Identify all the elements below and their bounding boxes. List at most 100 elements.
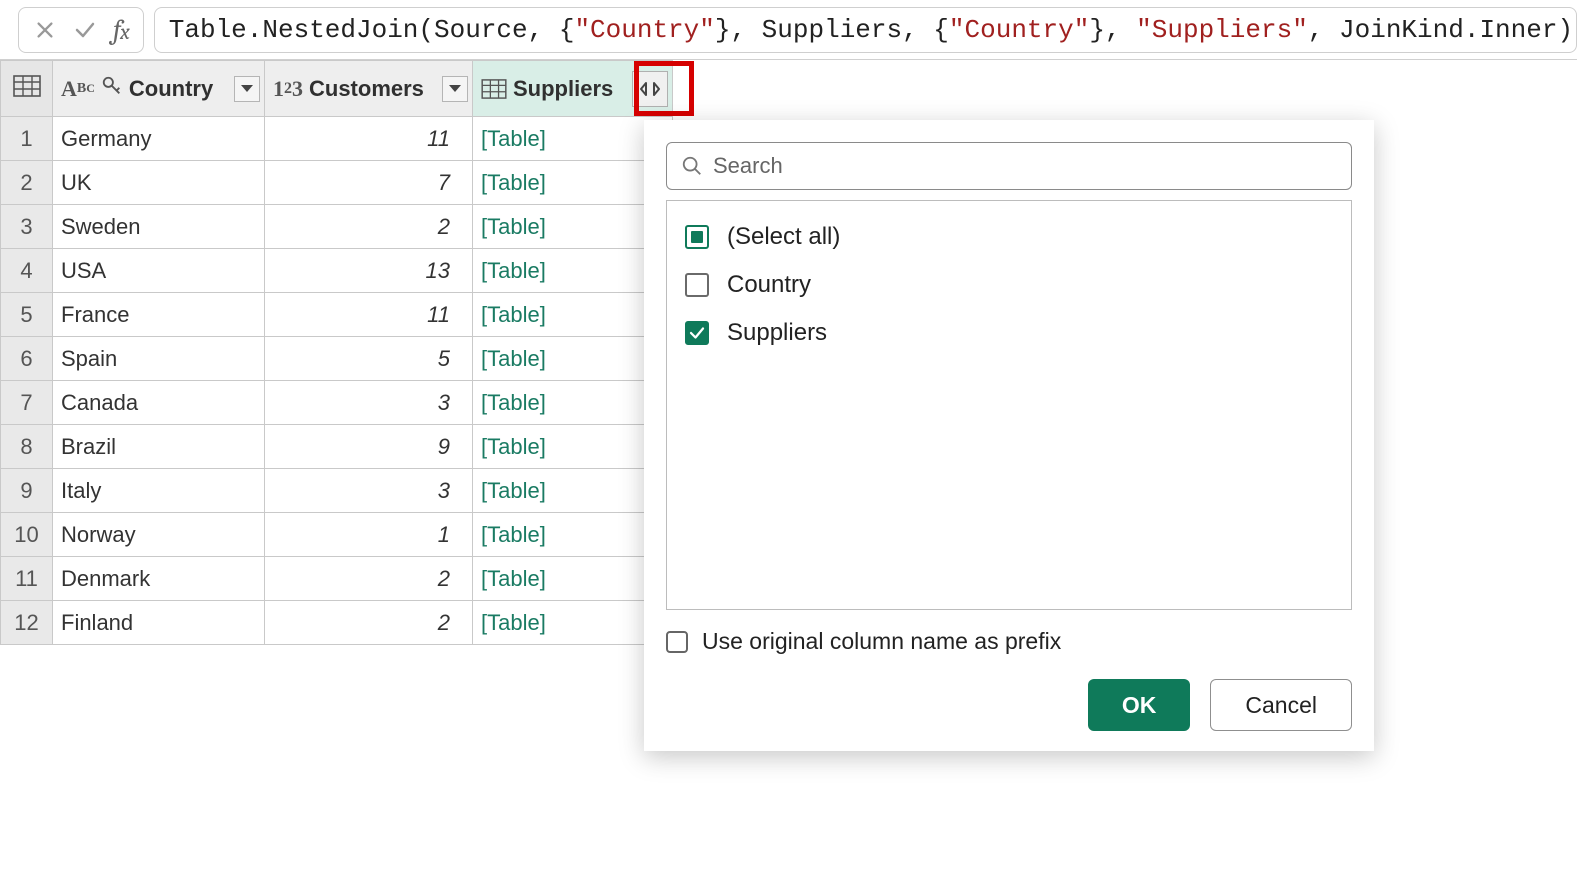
row-number[interactable]: 8	[1, 425, 53, 469]
cell-customers[interactable]: 2	[265, 205, 473, 249]
option-label: Country	[727, 271, 811, 299]
formula-input[interactable]: Table.NestedJoin(Source, {"Country"}, Su…	[154, 7, 1577, 53]
cell-customers[interactable]: 13	[265, 249, 473, 293]
text-type-icon: ABC	[61, 76, 95, 102]
expand-column-button[interactable]	[632, 71, 668, 107]
cell-country[interactable]: Germany	[53, 117, 265, 161]
checkbox-checked-icon	[685, 321, 709, 345]
row-number[interactable]: 5	[1, 293, 53, 337]
filter-dropdown-button[interactable]	[442, 76, 468, 102]
fx-label: fx	[113, 14, 129, 46]
option-label: (Select all)	[727, 223, 840, 251]
row-number[interactable]: 2	[1, 161, 53, 205]
table-row: 3Sweden2[Table]	[1, 205, 673, 249]
chevron-down-icon	[240, 84, 254, 94]
cell-country[interactable]: Spain	[53, 337, 265, 381]
cell-customers[interactable]: 7	[265, 161, 473, 205]
cell-suppliers[interactable]: [Table]	[473, 337, 673, 381]
key-icon	[101, 75, 123, 103]
ok-button[interactable]: OK	[1088, 679, 1191, 731]
expand-column-popup: Search (Select all) Country Suppliers Us…	[644, 120, 1374, 751]
cell-suppliers[interactable]: [Table]	[473, 425, 673, 469]
cell-country[interactable]: Sweden	[53, 205, 265, 249]
column-header-country[interactable]: ABC Country	[53, 61, 265, 117]
search-input[interactable]: Search	[666, 142, 1352, 190]
row-number[interactable]: 9	[1, 469, 53, 513]
cell-suppliers[interactable]: [Table]	[473, 469, 673, 513]
table-row: 1Germany11[Table]	[1, 117, 673, 161]
cell-customers[interactable]: 3	[265, 381, 473, 425]
table-row: 6Spain5[Table]	[1, 337, 673, 381]
dialog-buttons: OK Cancel	[666, 679, 1352, 731]
cell-country[interactable]: Finland	[53, 601, 265, 645]
expand-icon	[638, 80, 662, 98]
x-icon	[34, 19, 56, 41]
column-header-suppliers[interactable]: Suppliers	[473, 61, 673, 117]
cancel-formula-button[interactable]	[33, 18, 57, 42]
cell-customers[interactable]: 9	[265, 425, 473, 469]
cell-customers[interactable]: 1	[265, 513, 473, 557]
table-type-icon	[481, 79, 507, 99]
check-icon	[73, 17, 97, 43]
cancel-button[interactable]: Cancel	[1210, 679, 1352, 731]
formula-bar: fx Table.NestedJoin(Source, {"Country"},…	[0, 0, 1577, 60]
row-number[interactable]: 12	[1, 601, 53, 645]
row-number[interactable]: 1	[1, 117, 53, 161]
cell-country[interactable]: UK	[53, 161, 265, 205]
cell-country[interactable]: Italy	[53, 469, 265, 513]
search-placeholder: Search	[713, 153, 783, 179]
cell-suppliers[interactable]: [Table]	[473, 205, 673, 249]
corner-header[interactable]	[1, 61, 53, 117]
option-country-row[interactable]: Country	[679, 261, 1339, 309]
cell-suppliers[interactable]: [Table]	[473, 161, 673, 205]
cell-customers[interactable]: 2	[265, 557, 473, 601]
cell-suppliers[interactable]: [Table]	[473, 381, 673, 425]
row-number[interactable]: 6	[1, 337, 53, 381]
cell-suppliers[interactable]: [Table]	[473, 249, 673, 293]
table-row: 12Finland2[Table]	[1, 601, 673, 645]
cell-customers[interactable]: 11	[265, 293, 473, 337]
prefix-checkbox-row[interactable]: Use original column name as prefix	[666, 628, 1352, 655]
data-grid: ABC Country 123 Customers	[0, 60, 673, 645]
row-number[interactable]: 3	[1, 205, 53, 249]
row-number[interactable]: 11	[1, 557, 53, 601]
table-row: 7Canada3[Table]	[1, 381, 673, 425]
cell-country[interactable]: Brazil	[53, 425, 265, 469]
cell-suppliers[interactable]: [Table]	[473, 117, 673, 161]
column-checklist: (Select all) Country Suppliers	[666, 200, 1352, 610]
cell-country[interactable]: Norway	[53, 513, 265, 557]
confirm-formula-button[interactable]	[73, 18, 97, 42]
table-row: 4USA13[Table]	[1, 249, 673, 293]
table-row: 10Norway1[Table]	[1, 513, 673, 557]
table-row: 11Denmark2[Table]	[1, 557, 673, 601]
cell-customers[interactable]: 11	[265, 117, 473, 161]
row-number[interactable]: 10	[1, 513, 53, 557]
cell-suppliers[interactable]: [Table]	[473, 557, 673, 601]
cell-country[interactable]: Canada	[53, 381, 265, 425]
cell-country[interactable]: France	[53, 293, 265, 337]
row-number[interactable]: 7	[1, 381, 53, 425]
cell-suppliers[interactable]: [Table]	[473, 601, 673, 645]
cell-suppliers[interactable]: [Table]	[473, 513, 673, 557]
checkbox-unchecked-icon	[685, 273, 709, 297]
table-icon	[13, 75, 41, 97]
filter-dropdown-button[interactable]	[234, 76, 260, 102]
column-label: Country	[129, 76, 213, 102]
row-number[interactable]: 4	[1, 249, 53, 293]
table-row: 8Brazil9[Table]	[1, 425, 673, 469]
cell-customers[interactable]: 3	[265, 469, 473, 513]
column-label: Suppliers	[513, 76, 613, 102]
cell-customers[interactable]: 5	[265, 337, 473, 381]
cell-suppliers[interactable]: [Table]	[473, 293, 673, 337]
cell-country[interactable]: Denmark	[53, 557, 265, 601]
column-header-customers[interactable]: 123 Customers	[265, 61, 473, 117]
table-row: 9Italy3[Table]	[1, 469, 673, 513]
select-all-row[interactable]: (Select all)	[679, 213, 1339, 261]
cell-customers[interactable]: 2	[265, 601, 473, 645]
cell-country[interactable]: USA	[53, 249, 265, 293]
option-suppliers-row[interactable]: Suppliers	[679, 309, 1339, 357]
search-icon	[681, 155, 703, 177]
column-label: Customers	[309, 76, 424, 102]
table-row: 2UK7[Table]	[1, 161, 673, 205]
chevron-down-icon	[448, 84, 462, 94]
